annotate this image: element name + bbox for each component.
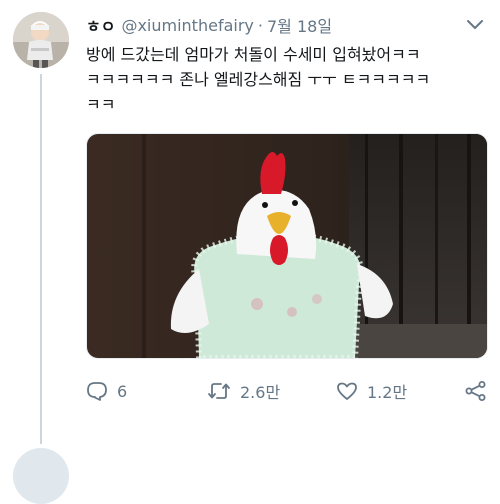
retweet-button[interactable]: 2.6만	[207, 376, 280, 406]
chevron-down-icon[interactable]	[464, 16, 486, 34]
avatar[interactable]	[13, 12, 69, 68]
tweet-text-line: 방에 드갔는데 엄마가 처돌이 수세미 입혀놨어ㅋㅋ	[86, 45, 421, 64]
tweet-text-line: ㅋㅋㅋㅋㅋㅋ 존나 엘레강스해짐 ㅜㅜ ㅌㅋㅋㅋㅋㅋ	[86, 70, 431, 89]
reply-button[interactable]: 6	[86, 376, 127, 406]
reply-count: 6	[117, 381, 128, 401]
retweet-icon	[208, 383, 230, 399]
thread-line	[40, 74, 42, 444]
user-handle[interactable]: @xiuminthefairy	[121, 16, 253, 35]
tweet[interactable]: ㅎㅇ @xiuminthefairy · 7월 18일 방에 드갔는데 엄마가 …	[0, 0, 500, 504]
share-icon	[465, 381, 486, 401]
tweet-photo[interactable]	[86, 133, 488, 359]
heart-icon	[337, 382, 357, 400]
reply-icon	[87, 382, 107, 401]
retweet-count: 2.6만	[240, 383, 281, 402]
action-bar: 6 2.6만 1.2만	[86, 376, 490, 406]
tweet-header: ㅎㅇ @xiuminthefairy · 7월 18일	[86, 13, 332, 37]
avatar-photo	[13, 12, 69, 68]
chicken-plush-photo	[87, 134, 487, 358]
display-name[interactable]: ㅎㅇ	[86, 13, 115, 37]
share-button[interactable]	[464, 376, 488, 406]
next-tweet-avatar[interactable]	[13, 448, 69, 504]
like-button[interactable]: 1.2만	[336, 376, 407, 406]
tweet-text-line: ㅋㅋ	[86, 95, 116, 114]
tweet-text: 방에 드갔는데 엄마가 처돌이 수세미 입혀놨어ㅋㅋ ㅋㅋㅋㅋㅋㅋ 존나 엘레강…	[86, 42, 490, 117]
like-count: 1.2만	[367, 383, 408, 402]
tweet-date[interactable]: 7월 18일	[267, 13, 332, 37]
separator: ·	[257, 15, 263, 35]
